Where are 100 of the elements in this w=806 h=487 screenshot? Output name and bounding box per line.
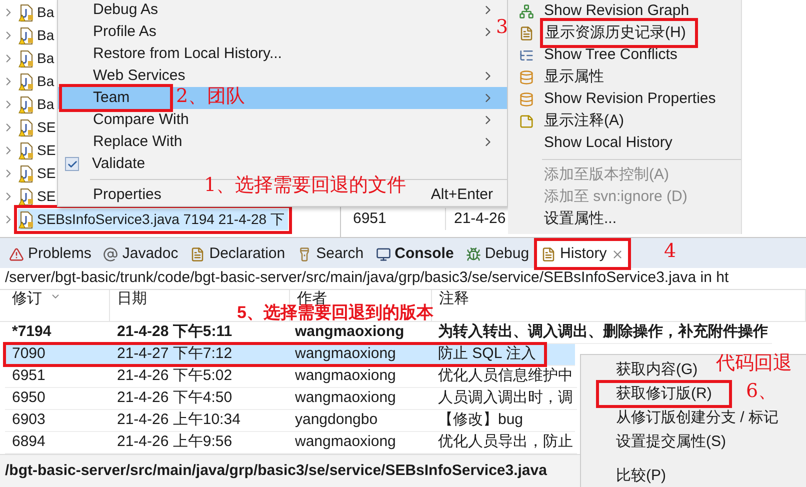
history-row[interactable]: 6951 21-4-26 下午5:02 wangmaoxiong 优化人员信息维护中 xyxy=(5,366,577,388)
database-icon xyxy=(518,92,534,106)
tree-item[interactable]: Ba xyxy=(18,48,58,69)
menu-item[interactable]: 从修订版创建分支 / 标记 xyxy=(598,406,797,430)
menu-item[interactable]: Validate xyxy=(92,152,146,176)
tree-item[interactable]: Ba xyxy=(18,71,58,92)
java-file-icon xyxy=(18,210,34,228)
menu-item[interactable]: 获取修订版(R) xyxy=(598,382,730,406)
date-cell-text: 21-4-28 下午5:11 xyxy=(116,322,234,342)
view-tab[interactable]: Problems xyxy=(4,240,96,268)
revision-cell-text: 6894 xyxy=(11,432,46,452)
table-cell-text: 6951 xyxy=(352,208,388,229)
menu-item[interactable]: Compare With xyxy=(61,108,199,132)
database-icon xyxy=(518,70,534,84)
comment-cell-text: 防止 SQL 注入 xyxy=(437,344,536,364)
note-icon xyxy=(518,114,534,128)
menu-item: 添加至版本控制(A) xyxy=(544,164,670,185)
view-tab[interactable]: Declaration xyxy=(185,240,290,268)
comment-cell-text: 人员调入调出时，调 xyxy=(437,388,573,408)
warning-icon xyxy=(9,246,24,262)
menu-item[interactable]: Show Tree Conflicts xyxy=(544,44,686,66)
java-file-icon xyxy=(18,164,34,182)
menu-item[interactable]: Properties xyxy=(61,183,172,207)
menu-item[interactable]: Show Revision Graph xyxy=(544,0,698,22)
menu-item[interactable]: Team xyxy=(61,86,171,110)
java-file-icon xyxy=(18,4,34,22)
comment-cell-text: 优化人员信息维护中 xyxy=(437,366,573,386)
tree-list-icon xyxy=(518,48,534,62)
date-cell-text: 21-4-26 上午9:56 xyxy=(116,432,234,452)
java-file-icon xyxy=(18,118,34,136)
menu-item[interactable]: 显示注释(A) xyxy=(544,110,632,132)
annotation-text: 1、选择需要回退的文件 xyxy=(204,176,406,195)
revision-cell-text: 6951 xyxy=(11,366,46,386)
revision-cell-text: *7194 xyxy=(11,322,52,342)
menu-item[interactable]: 获取内容(G) xyxy=(598,358,716,382)
column-header[interactable]: 日期 xyxy=(117,291,147,307)
author-cell-text: wangmaoxiong xyxy=(294,322,406,342)
menu-item: 添加至 svn:ignore (D) xyxy=(544,186,688,207)
comment-cell-text: 为转入转出、调入调出、删除操作，补充附件操作 xyxy=(437,322,768,342)
revision-cell-text: 6903 xyxy=(11,410,46,430)
monitor-icon xyxy=(376,246,391,262)
java-file-icon xyxy=(18,50,34,68)
shortcut-text: Alt+Enter xyxy=(430,184,493,205)
annotation-text: 代码回退 xyxy=(716,354,792,373)
tree-item[interactable]: SE xyxy=(18,186,60,207)
annotation-text: 3 xyxy=(496,18,508,37)
menu-item[interactable]: 设置属性... xyxy=(544,208,625,230)
author-cell-text: wangmaoxiong xyxy=(294,388,397,408)
tree-item[interactable]: SE xyxy=(18,117,60,138)
annotation-text: 2、团队 xyxy=(176,87,246,106)
menu-item[interactable]: Debug As xyxy=(61,0,168,22)
hierarchy-icon xyxy=(518,4,534,18)
menu-item[interactable]: 比较(P) xyxy=(598,464,684,487)
column-header[interactable]: 修订 xyxy=(12,291,42,307)
menu-item[interactable]: Restore from Local History... xyxy=(61,42,292,66)
annotation-text: 4 xyxy=(664,242,676,261)
annotation-text: 6、 xyxy=(746,382,778,401)
author-cell-text: wangmaoxiong xyxy=(294,366,397,386)
java-file-icon xyxy=(18,142,34,160)
history-row[interactable]: 6903 21-4-26 上午10:34 yangdongbo 【修改】bug xyxy=(5,410,575,432)
revision-cell-text: 6950 xyxy=(11,388,46,408)
menu-item[interactable]: Show Local History xyxy=(544,132,680,154)
document-icon xyxy=(190,246,206,262)
history-row[interactable]: 6950 21-4-26 下午4:50 wangmaoxiong 人员调入调出时，调 xyxy=(5,388,577,410)
menu-item[interactable]: Profile As xyxy=(61,20,166,44)
comment-cell-text: 【修改】bug xyxy=(437,410,524,430)
date-cell-text: 21-4-26 下午5:02 xyxy=(116,366,234,386)
menu-item[interactable]: 设置提交属性(S) xyxy=(598,430,744,454)
date-cell-text: 21-4-27 下午7:12 xyxy=(116,344,234,364)
document-icon xyxy=(518,26,534,40)
tree-item[interactable]: Ba xyxy=(18,2,58,23)
view-tab[interactable]: Console xyxy=(370,240,459,268)
menu-item[interactable]: 显示属性 xyxy=(544,66,612,88)
menu-item[interactable]: Show Revision Properties xyxy=(544,88,724,110)
close-icon[interactable] xyxy=(610,248,624,260)
at-sign-icon xyxy=(103,246,118,262)
java-file-icon xyxy=(18,96,34,114)
view-tab[interactable]: Search xyxy=(292,240,369,268)
document-icon xyxy=(541,246,556,262)
tree-item[interactable]: SE xyxy=(18,140,60,161)
author-cell-text: wangmaoxiong xyxy=(294,344,397,364)
view-tab[interactable]: History xyxy=(536,240,629,268)
date-cell-text: 21-4-26 上午10:34 xyxy=(116,410,242,430)
view-tab[interactable]: Javadoc xyxy=(98,240,184,268)
java-file-icon xyxy=(18,188,34,206)
author-cell-text: wangmaoxiong xyxy=(294,432,397,452)
tree-item[interactable]: Ba xyxy=(18,25,58,46)
revision-cell-text: 7090 xyxy=(11,344,46,364)
tree-item[interactable]: SEBsInfoService3.java 7194 21-4-28 下 xyxy=(18,209,288,230)
menu-item[interactable]: Web Services xyxy=(61,64,196,88)
java-file-icon xyxy=(18,72,34,90)
tree-item[interactable]: Ba xyxy=(18,94,58,115)
resource-path: /server/bgt-basic/trunk/code/bgt-basic-server/src/main/java/grp/basic3/se/service/SEBsInfoService3.java in ht xyxy=(0,268,806,290)
history-row[interactable]: 7090 21-4-27 下午7:12 wangmaoxiong 防止 SQL 注入 xyxy=(5,344,575,366)
view-tab[interactable]: Debug xyxy=(460,240,534,268)
menu-item[interactable]: Replace With xyxy=(61,130,192,154)
tree-item[interactable]: SE xyxy=(18,163,60,184)
java-file-icon xyxy=(18,26,34,44)
comment-cell-text: 优化人员导出，防止 xyxy=(437,432,573,452)
column-header[interactable]: 注释 xyxy=(439,291,469,307)
